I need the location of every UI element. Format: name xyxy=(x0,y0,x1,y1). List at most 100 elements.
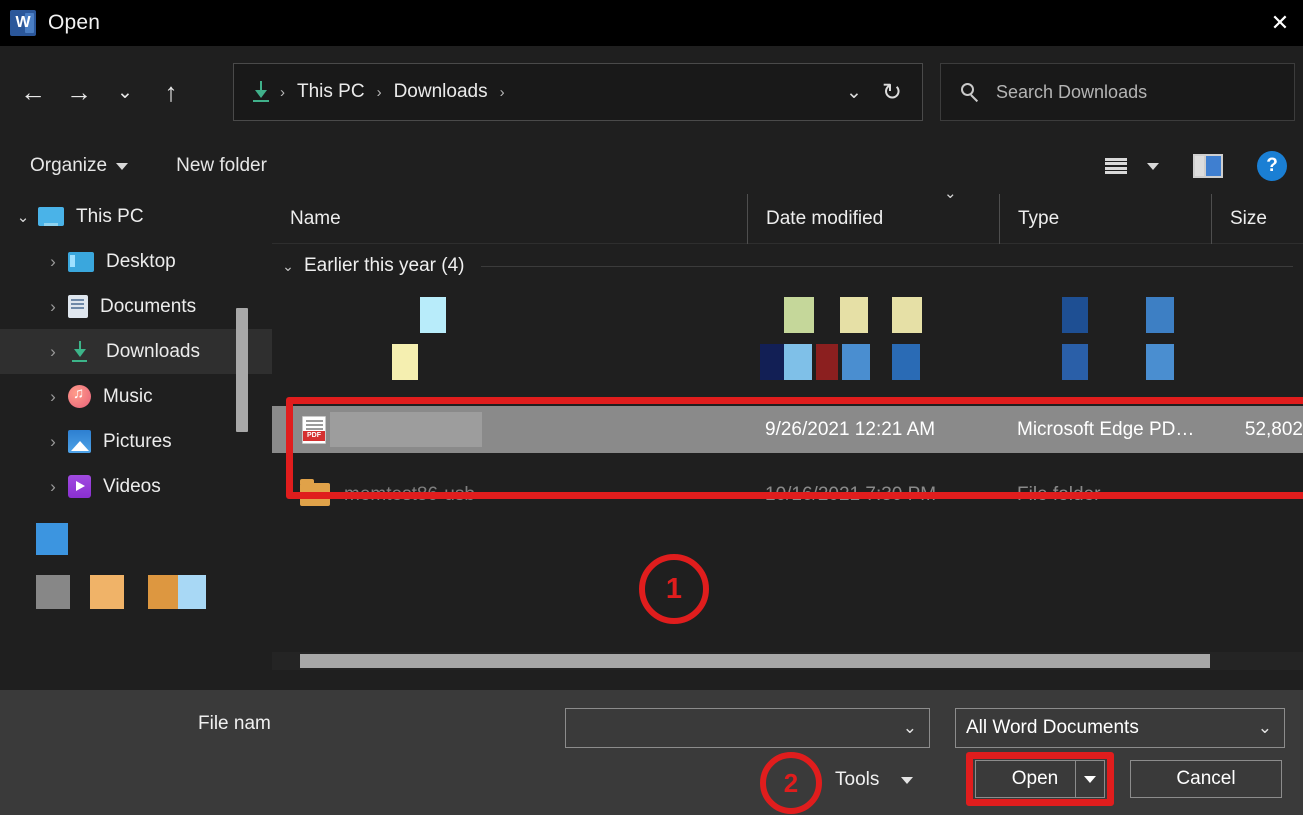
organize-button[interactable]: Organize xyxy=(20,146,138,186)
sidebar-item-label: Downloads xyxy=(106,341,200,363)
file-name-input[interactable] xyxy=(566,718,891,739)
address-bar[interactable]: › This PC › Downloads › ⌄ ↻ xyxy=(233,63,923,121)
annotation-marker-2: 2 xyxy=(760,752,822,814)
table-row-selected[interactable]: 9/26/2021 12:21 AM Microsoft Edge PD… 52… xyxy=(272,406,1303,453)
folder-icon xyxy=(300,483,330,506)
preview-pane-icon[interactable] xyxy=(1193,154,1223,178)
music-icon xyxy=(68,385,91,408)
close-icon[interactable]: ✕ xyxy=(1257,0,1303,46)
recent-locations-button[interactable]: ⌄ xyxy=(102,69,148,115)
pc-icon xyxy=(38,207,64,226)
chevron-right-icon[interactable]: › xyxy=(38,342,68,362)
pictures-icon xyxy=(68,430,91,453)
refresh-icon[interactable]: ↻ xyxy=(878,78,922,107)
list-view-icon[interactable] xyxy=(1103,154,1129,178)
back-button[interactable]: ← xyxy=(10,69,56,115)
new-folder-button[interactable]: New folder xyxy=(166,146,277,186)
sidebar-item-label: Pictures xyxy=(103,431,172,453)
chevron-down-icon[interactable]: ⌄ xyxy=(891,718,929,738)
sort-chevron-down-icon: ⌄ xyxy=(944,184,957,202)
redacted-filename xyxy=(330,412,482,447)
sidebar-item-label: Documents xyxy=(100,296,196,318)
cell-date-modified: 10/16/2021 7:30 PM xyxy=(747,471,999,518)
group-header[interactable]: ⌄ Earlier this year (4) xyxy=(272,249,1303,283)
window-title: Open xyxy=(48,11,100,35)
group-header-label: Earlier this year (4) xyxy=(304,255,465,277)
redacted-block xyxy=(784,297,814,333)
redacted-block xyxy=(784,344,812,380)
cancel-button[interactable]: Cancel xyxy=(1130,760,1282,798)
chevron-down-icon[interactable]: ⌄ xyxy=(272,258,304,275)
chevron-down-icon[interactable]: ⌄ xyxy=(8,208,38,226)
sidebar-item-music[interactable]: › Music xyxy=(0,374,272,419)
redacted-block xyxy=(892,297,922,333)
chevron-down-icon xyxy=(1084,776,1096,783)
downloads-arrow-icon xyxy=(250,80,272,104)
cell-name xyxy=(272,406,747,453)
sidebar-item-videos[interactable]: › Videos xyxy=(0,464,272,509)
breadcrumb-separator: › xyxy=(369,84,390,101)
chevron-down-icon[interactable]: ⌄ xyxy=(1246,718,1284,738)
horizontal-scrollbar[interactable] xyxy=(272,652,1303,670)
redacted-block xyxy=(816,344,838,380)
desktop-icon xyxy=(68,252,94,272)
table-row[interactable] xyxy=(272,336,1303,383)
sidebar-item-downloads[interactable]: › Downloads xyxy=(0,329,272,374)
tools-button[interactable]: Tools xyxy=(835,762,913,798)
up-button[interactable]: ↑ xyxy=(148,69,194,115)
redacted-block xyxy=(36,523,68,555)
organize-label: Organize xyxy=(30,155,107,177)
redacted-block xyxy=(178,575,206,609)
column-header-date-modified[interactable]: Date modified ⌄ xyxy=(747,194,999,244)
sidebar-item-desktop[interactable]: › Desktop xyxy=(0,239,272,284)
breadcrumb-downloads[interactable]: Downloads xyxy=(390,81,492,103)
column-header-size[interactable]: Size xyxy=(1211,194,1303,244)
redacted-block xyxy=(392,344,418,380)
chevron-right-icon[interactable]: › xyxy=(38,252,68,272)
help-icon[interactable]: ? xyxy=(1257,151,1287,181)
search-box[interactable] xyxy=(940,63,1295,121)
chevron-right-icon[interactable]: › xyxy=(38,297,68,317)
view-chevron-down-icon[interactable] xyxy=(1147,163,1159,170)
size-text: 52,802 xyxy=(1245,419,1303,441)
forward-button[interactable]: → xyxy=(56,69,102,115)
redacted-block xyxy=(760,344,784,380)
column-header-type[interactable]: Type xyxy=(999,194,1211,244)
file-name-text: memtest86-usb xyxy=(344,484,475,506)
group-divider xyxy=(481,266,1294,267)
annotation-marker-1: 1 xyxy=(639,554,709,624)
sidebar-scrollbar-thumb[interactable] xyxy=(236,308,248,432)
new-folder-label: New folder xyxy=(176,155,267,177)
sidebar-item-label: This PC xyxy=(76,206,144,228)
file-type-filter-value: All Word Documents xyxy=(956,717,1246,739)
chevron-down-icon[interactable]: ⌄ xyxy=(830,81,878,104)
redacted-block xyxy=(1062,297,1088,333)
type-text: File folder xyxy=(999,484,1100,506)
chevron-right-icon[interactable]: › xyxy=(38,387,68,407)
redacted-block xyxy=(90,575,124,609)
videos-icon xyxy=(68,475,91,498)
table-row[interactable] xyxy=(272,289,1303,336)
file-name-combo[interactable]: ⌄ xyxy=(565,708,930,748)
file-type-filter-combo[interactable]: All Word Documents ⌄ xyxy=(955,708,1285,748)
search-input[interactable] xyxy=(996,82,1266,103)
horizontal-scrollbar-thumb[interactable] xyxy=(300,654,1210,668)
sidebar-item-this-pc[interactable]: ⌄ This PC xyxy=(0,194,272,239)
chevron-right-icon[interactable]: › xyxy=(38,477,68,497)
cell-type: Microsoft Edge PD… xyxy=(999,406,1211,453)
file-list-pane: Name Date modified ⌄ Type Size ⌄ Earlier… xyxy=(272,194,1303,690)
chevron-right-icon[interactable]: › xyxy=(38,432,68,452)
open-dropdown-button[interactable] xyxy=(1075,760,1105,798)
sidebar-item-pictures[interactable]: › Pictures xyxy=(0,419,272,464)
table-row[interactable]: memtest86-usb 10/16/2021 7:30 PM File fo… xyxy=(272,471,1303,518)
sidebar-item-documents[interactable]: › Documents xyxy=(0,284,272,329)
downloads-icon xyxy=(68,340,94,364)
column-label: Name xyxy=(272,208,341,230)
column-label: Type xyxy=(1000,208,1059,230)
breadcrumb-separator: › xyxy=(272,84,293,101)
chevron-down-icon xyxy=(116,163,128,170)
breadcrumb-this-pc[interactable]: This PC xyxy=(293,81,369,103)
navigation-pane: ⌄ This PC › Desktop › Documents › Downlo… xyxy=(0,194,272,690)
redacted-block xyxy=(842,344,870,380)
column-header-name[interactable]: Name xyxy=(272,194,747,244)
